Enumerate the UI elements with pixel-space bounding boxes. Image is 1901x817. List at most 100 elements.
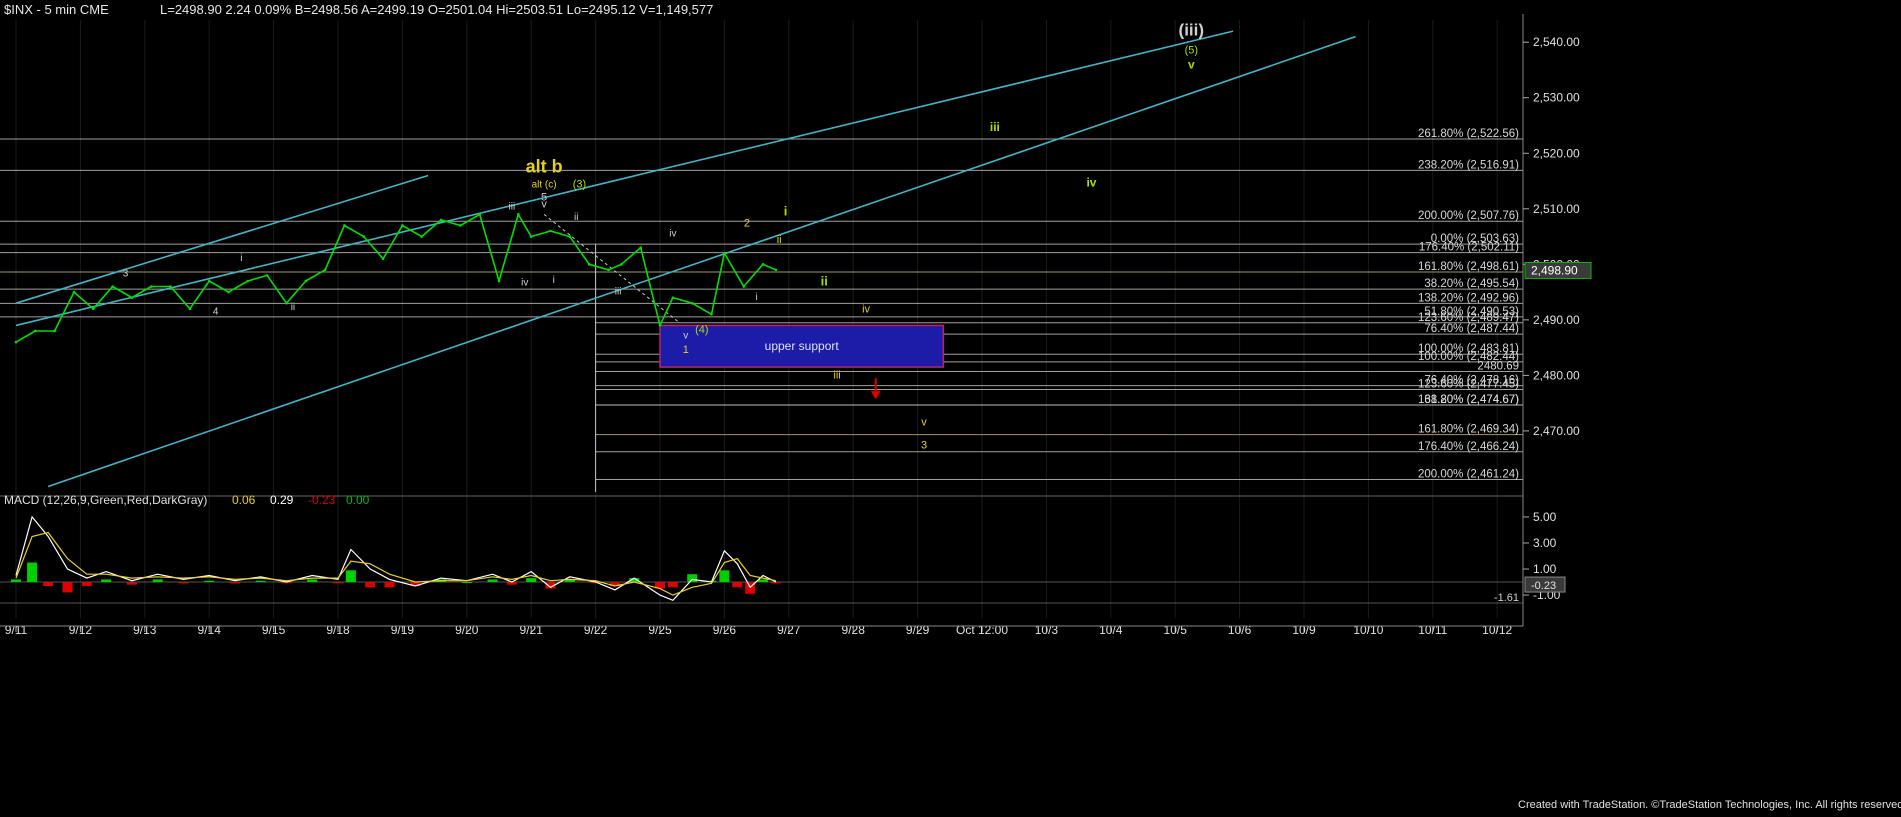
fib-level-label: 138.20% (2,474.67) — [1418, 394, 1519, 406]
wave-label: v — [683, 331, 688, 342]
macd-title: MACD (12,26,9,Green,Red,DarkGray) — [4, 493, 207, 507]
price-point — [607, 268, 610, 272]
wave-label: 4 — [213, 306, 219, 317]
price-tick-label: 2,520.00 — [1533, 146, 1580, 160]
date-tick-label: 10/9 — [1292, 623, 1316, 637]
date-tick-label: 9/28 — [842, 623, 866, 637]
price-point — [671, 296, 675, 299]
date-tick-label: 9/13 — [133, 623, 157, 637]
macd-histogram-bar — [255, 580, 266, 583]
price-point — [188, 307, 192, 311]
date-tick-label: 9/14 — [198, 623, 222, 637]
price-tick-label: 2,490.00 — [1533, 313, 1580, 327]
fib-level-label: 123.60% (2,477.45) — [1418, 379, 1519, 391]
price-point — [53, 329, 56, 333]
macd-tick-label: 1.00 — [1533, 562, 1557, 576]
macd-value: 0.00 — [346, 493, 370, 507]
date-tick-label: 9/27 — [777, 623, 801, 637]
price-point — [774, 268, 778, 272]
price-tick-label: 2,530.00 — [1533, 91, 1580, 105]
wave-label: i — [553, 275, 555, 286]
wave-label: 3 — [123, 269, 129, 280]
upper-support-label: upper support — [765, 339, 840, 353]
macd-histogram-bar — [62, 582, 73, 593]
macd-histogram-bar — [81, 582, 92, 586]
quote-readout: L=2498.90 2.24 0.09% B=2498.56 A=2499.19… — [160, 2, 713, 17]
macd-histogram-bar — [11, 579, 21, 583]
price-point — [690, 301, 694, 305]
macd-value: 0.06 — [232, 493, 256, 507]
wave-label: alt b — [526, 157, 563, 177]
wave-label: (5) — [1185, 44, 1198, 56]
price-point — [169, 285, 172, 288]
price-point — [91, 307, 95, 311]
wave-label: ii — [821, 273, 828, 288]
date-tick-label: 9/21 — [520, 623, 544, 637]
price-point — [265, 274, 269, 277]
price-point — [381, 257, 385, 261]
wave-label: iv — [669, 229, 676, 240]
date-tick-label: 9/15 — [262, 623, 286, 637]
fib-level-label: 200.00% (2,461.24) — [1418, 469, 1519, 481]
price-point — [478, 213, 481, 216]
chart-canvas: 261.80% (2,522.56) 238.20% (2,516.91) 200.… — [0, 0, 1901, 812]
macd-histogram-bar — [732, 582, 743, 588]
price-point — [401, 224, 404, 227]
macd-histogram-bar — [333, 582, 343, 584]
wave-label: 3 — [921, 440, 927, 452]
macd-value: -0.23 — [308, 493, 336, 507]
price-point — [568, 235, 572, 238]
date-tick-label: 10/3 — [1035, 623, 1059, 637]
price-point — [620, 263, 623, 266]
price-point — [130, 296, 134, 299]
macd-reference-label: -1.61 — [1494, 592, 1519, 604]
price-point — [742, 285, 746, 288]
wave-label: iii — [509, 201, 516, 212]
macd-histogram-bar — [758, 579, 769, 583]
macd-histogram-bar — [126, 582, 137, 585]
price-point — [587, 263, 591, 266]
date-tick-label: 10/12 — [1482, 623, 1512, 637]
wave-label: ii — [777, 234, 782, 246]
macd-histogram-bar — [719, 570, 730, 583]
price-point — [517, 213, 520, 216]
wave-label: (iii) — [1179, 21, 1205, 40]
macd-histogram-bar — [526, 578, 537, 583]
date-tick-label: 10/5 — [1164, 623, 1188, 637]
wave-label: v — [1188, 57, 1195, 71]
wave-label: v — [541, 199, 547, 211]
fib-level-label: 176.40% (2,502.11) — [1419, 242, 1519, 254]
wave-label: i — [755, 292, 757, 303]
macd-histogram-bar — [770, 582, 781, 584]
fib-level-label: 2480.69 — [1477, 361, 1519, 373]
fib-level-label: 238.20% (2,516.91) — [1418, 159, 1519, 171]
fib-level-label: 261.80% (2,522.56) — [1418, 128, 1519, 140]
price-point — [34, 329, 37, 333]
price-point — [723, 251, 726, 255]
price-tick-label: 2,470.00 — [1533, 424, 1580, 438]
date-tick-label: 9/25 — [648, 623, 672, 637]
price-tick-label: 2,540.00 — [1533, 35, 1580, 49]
price-point — [459, 224, 462, 227]
price-point — [420, 235, 424, 238]
price-point — [72, 290, 76, 294]
macd-histogram-bar — [307, 579, 318, 583]
date-tick-label: 9/26 — [713, 623, 737, 637]
macd-value: 0.29 — [270, 493, 294, 507]
date-tick-label: 9/18 — [326, 623, 350, 637]
macd-histogram-bar — [43, 582, 54, 586]
macd-histogram-bar — [667, 582, 678, 588]
fib-level-label: 76.40% (2,487.44) — [1424, 323, 1519, 335]
macd-tick-label: 3.00 — [1533, 536, 1557, 550]
price-point — [362, 235, 366, 238]
price-point — [529, 235, 533, 238]
price-point — [323, 268, 327, 272]
wave-label: iv — [521, 277, 528, 288]
macd-histogram-bar — [384, 582, 395, 588]
price-point — [207, 279, 211, 283]
price-point — [304, 279, 308, 283]
price-point — [639, 246, 642, 249]
price-point — [246, 279, 250, 283]
elliott-wave-chart: 261.80% (2,522.56) 238.20% (2,516.91) 200.… — [0, 0, 1901, 812]
wave-label: ii — [574, 212, 578, 223]
